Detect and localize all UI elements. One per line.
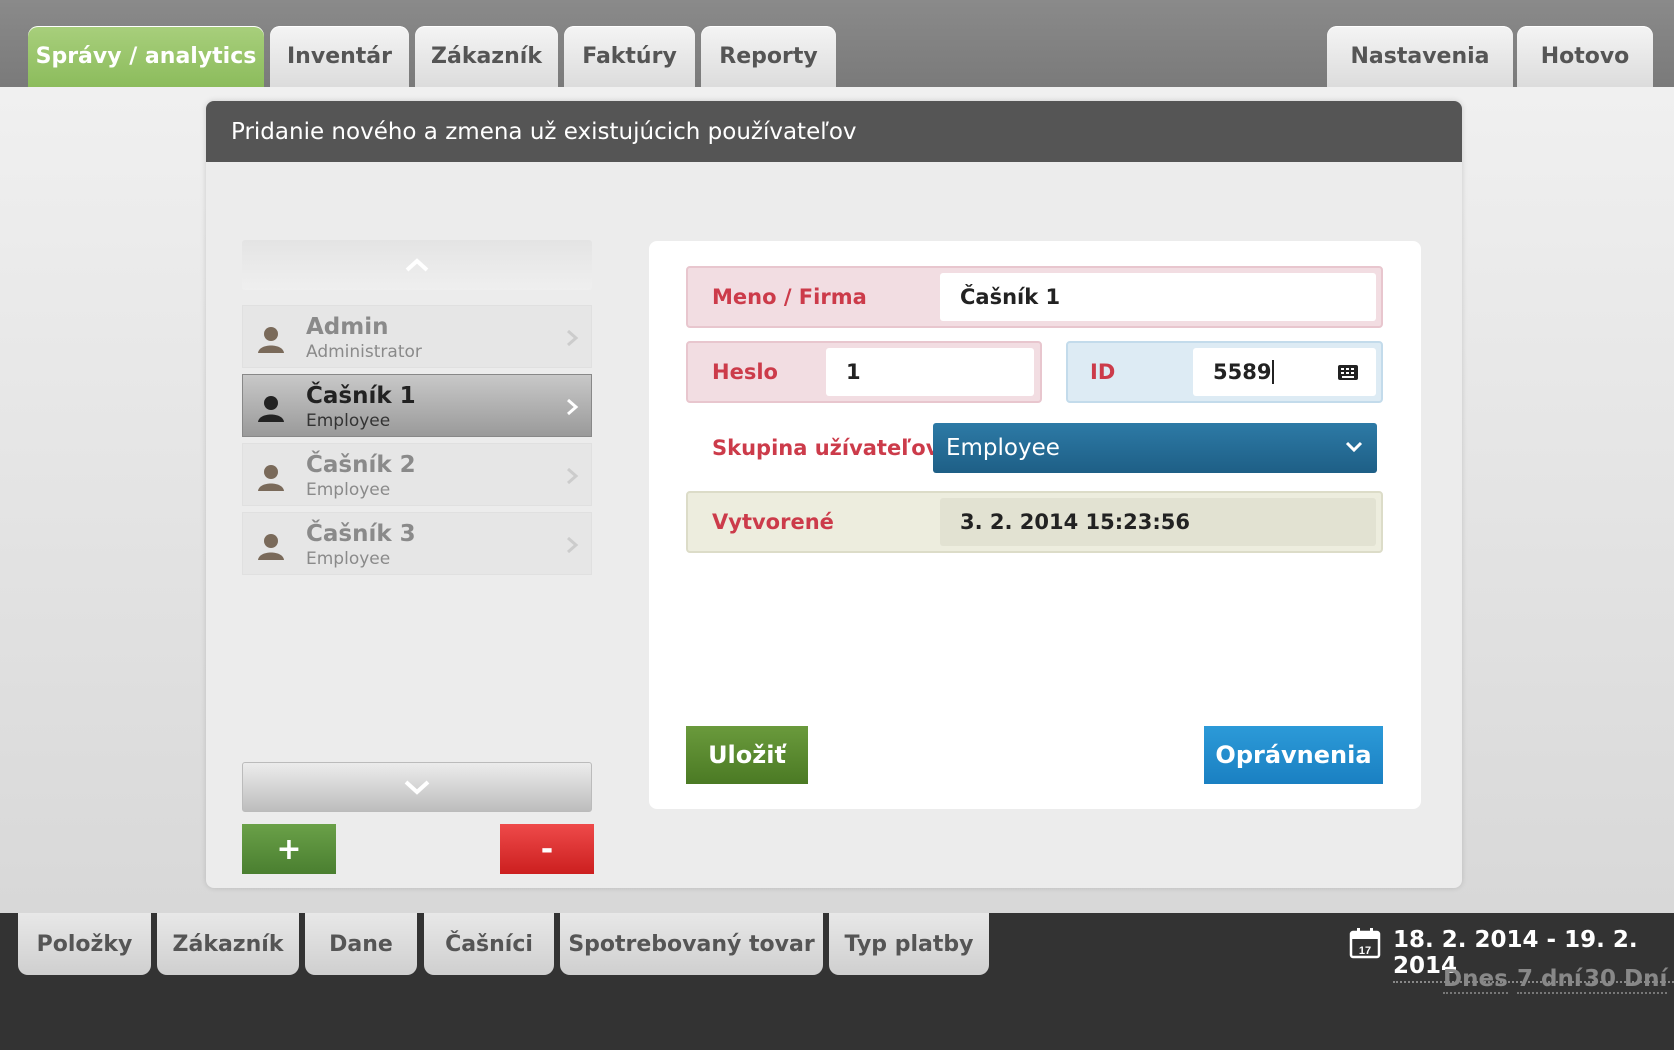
- user-name: Čašník 2: [306, 452, 416, 478]
- quick-filter-7-days[interactable]: 7 dní: [1517, 966, 1582, 994]
- calendar-icon[interactable]: 17: [1349, 927, 1381, 959]
- user-group-select[interactable]: Employee: [933, 423, 1377, 473]
- tab-hotovo[interactable]: Hotovo: [1517, 26, 1653, 87]
- bottom-tab-casnici[interactable]: Čašníci: [424, 913, 554, 975]
- tab-faktury[interactable]: Faktúry: [564, 26, 695, 87]
- chevron-down-icon: [1345, 441, 1363, 453]
- bottom-tab-dane[interactable]: Dane: [305, 913, 417, 975]
- save-button[interactable]: Uložiť: [686, 726, 808, 784]
- name-label: Meno / Firma: [712, 285, 867, 309]
- bottom-tab-zakaznik[interactable]: Zákazník: [157, 913, 299, 975]
- user-role: Employee: [306, 549, 391, 569]
- add-user-button[interactable]: +: [242, 824, 336, 874]
- quick-filter-today[interactable]: Dnes: [1443, 966, 1508, 994]
- list-scroll-up-button[interactable]: [242, 240, 592, 290]
- user-name: Admin: [306, 314, 389, 340]
- user-name: Čašník 3: [306, 521, 416, 547]
- name-input[interactable]: Čašník 1: [940, 273, 1376, 321]
- id-label: ID: [1090, 360, 1116, 384]
- tab-inventar[interactable]: Inventár: [270, 26, 409, 87]
- bottom-tab-spotrebovany-tovar[interactable]: Spotrebovaný tovar: [560, 913, 823, 975]
- bottom-tab-polozky[interactable]: Položky: [18, 913, 151, 975]
- created-value: 3. 2. 2014 15:23:56: [940, 498, 1376, 546]
- user-icon: [258, 465, 284, 491]
- tab-spravy-analytics[interactable]: Správy / analytics: [28, 26, 264, 87]
- created-label: Vytvorené: [712, 510, 834, 534]
- user-list-item-casnik-2[interactable]: Čašník 2 Employee: [242, 443, 592, 506]
- user-role: Employee: [306, 411, 391, 431]
- user-icon: [258, 327, 284, 353]
- permissions-button[interactable]: Oprávnenia: [1204, 726, 1383, 784]
- user-icon: [258, 534, 284, 560]
- panel-title: Pridanie nového a zmena už existujúcich …: [206, 101, 1462, 162]
- user-role: Employee: [306, 480, 391, 500]
- tab-nastavenia[interactable]: Nastavenia: [1327, 26, 1513, 87]
- remove-user-button[interactable]: -: [500, 824, 594, 874]
- user-icon: [258, 396, 284, 422]
- password-input[interactable]: 1: [826, 348, 1034, 396]
- bottom-tab-typ-platby[interactable]: Typ platby: [829, 913, 989, 975]
- chevron-down-icon: [404, 780, 430, 795]
- user-list-item-casnik-1[interactable]: Čašník 1 Employee: [242, 374, 592, 437]
- keyboard-icon[interactable]: [1337, 362, 1359, 382]
- chevron-up-icon: [405, 258, 429, 272]
- user-list-item-admin[interactable]: Admin Administrator: [242, 305, 592, 368]
- quick-filter-30-days[interactable]: 30 Dní: [1584, 966, 1668, 994]
- chevron-right-icon: [567, 398, 579, 416]
- tab-reporty[interactable]: Reporty: [701, 26, 836, 87]
- user-list-item-casnik-3[interactable]: Čašník 3 Employee: [242, 512, 592, 575]
- chevron-right-icon: [567, 467, 579, 485]
- id-value: 5589: [1213, 360, 1275, 384]
- tab-zakaznik[interactable]: Zákazník: [415, 26, 558, 87]
- svg-text:17: 17: [1359, 945, 1371, 957]
- chevron-right-icon: [567, 536, 579, 554]
- user-group-value: Employee: [946, 435, 1060, 461]
- password-label: Heslo: [712, 360, 778, 384]
- user-name: Čašník 1: [306, 383, 416, 409]
- chevron-right-icon: [567, 329, 579, 347]
- list-scroll-down-button[interactable]: [242, 762, 592, 812]
- user-group-label: Skupina užívateľov: [712, 436, 940, 460]
- user-role: Administrator: [306, 342, 422, 362]
